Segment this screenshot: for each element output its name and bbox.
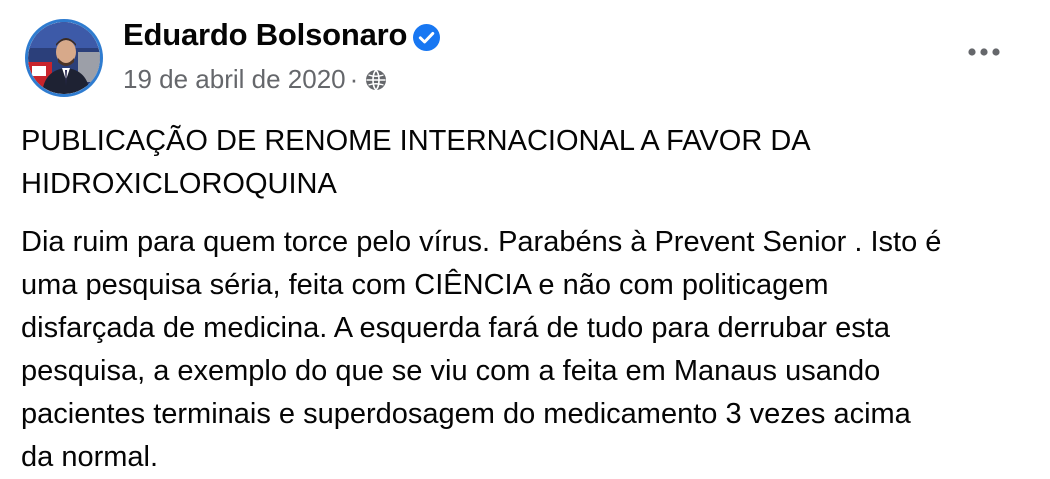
verified-badge-icon <box>413 24 440 51</box>
author-avatar[interactable] <box>25 19 103 97</box>
globe-icon[interactable] <box>364 68 388 92</box>
author-name[interactable]: Eduardo Bolsonaro <box>123 17 407 53</box>
facebook-post: Eduardo Bolsonaro 19 de abril de 2020 · … <box>0 0 1050 473</box>
post-headline: PUBLICAÇÃO DE RENOME INTERNACIONAL A FAV… <box>21 125 811 200</box>
meta-separator: · <box>349 64 359 94</box>
post-body: Dia ruim para quem torce pelo vírus. Par… <box>21 226 942 473</box>
post-meta: 19 de abril de 2020 · <box>123 64 388 95</box>
avatar-portrait-image <box>28 22 100 94</box>
more-horizontal-icon[interactable] <box>964 40 1004 64</box>
post-date[interactable]: 19 de abril de 2020 <box>123 64 346 95</box>
